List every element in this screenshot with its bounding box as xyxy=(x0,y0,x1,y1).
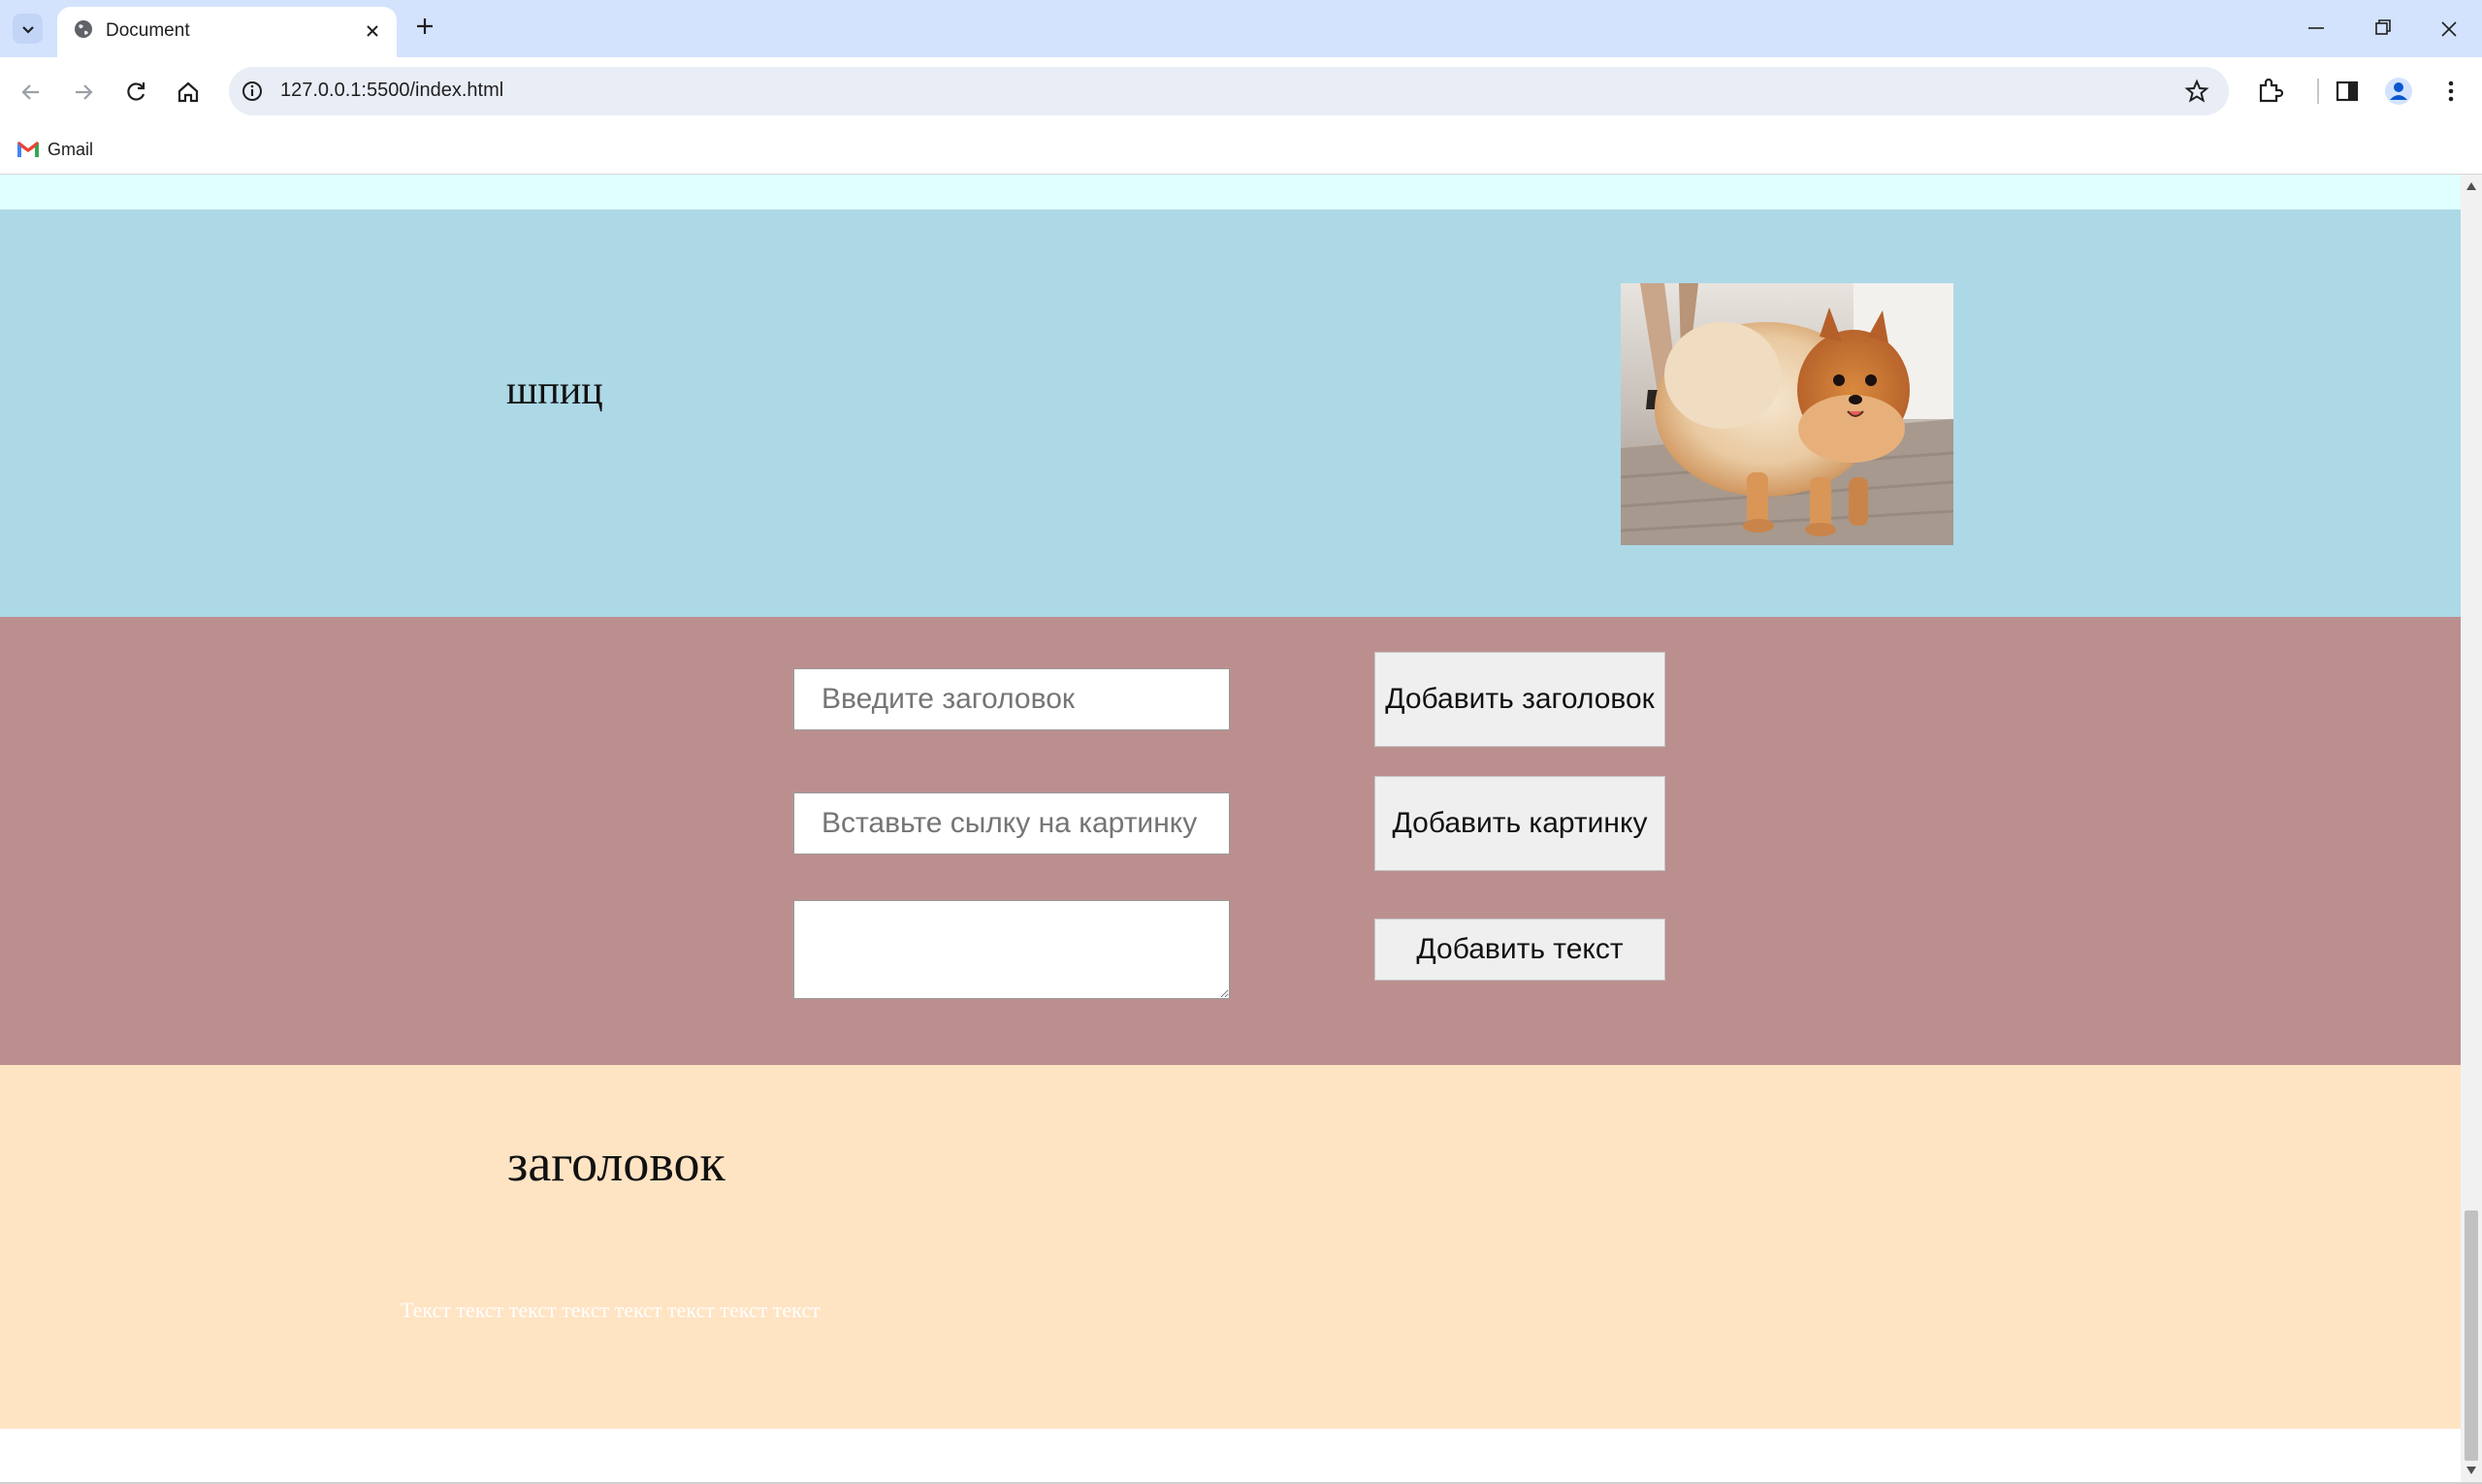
menu-dots-icon[interactable] xyxy=(2439,77,2463,106)
bookmark-gmail[interactable]: Gmail xyxy=(16,135,93,164)
site-info-icon[interactable] xyxy=(241,80,264,103)
card-title: шпиц xyxy=(506,369,603,413)
reload-icon[interactable] xyxy=(122,79,149,106)
page-scrollbar[interactable] xyxy=(2461,175,2482,1482)
home-icon[interactable] xyxy=(175,79,202,106)
window-close-icon[interactable] xyxy=(2437,14,2461,43)
bookmark-label: Gmail xyxy=(48,139,94,159)
dog-photo xyxy=(1621,283,1953,545)
active-tab[interactable]: Document xyxy=(57,7,397,57)
add-title-button[interactable]: Добавить заголовок xyxy=(1374,652,1665,747)
forward-arrow-icon[interactable] xyxy=(70,79,97,106)
text-area[interactable] xyxy=(793,900,1230,999)
scroll-thumb[interactable] xyxy=(2465,1210,2478,1461)
address-bar[interactable]: 127.0.0.1:5500/index.html xyxy=(229,67,2229,115)
article-text: Текст текст текст текст текст текст текс… xyxy=(401,1298,821,1322)
globe-icon xyxy=(75,20,92,38)
article-title: заголовок xyxy=(507,1134,725,1192)
profile-avatar-icon[interactable] xyxy=(2384,77,2413,106)
chevron-down-icon xyxy=(21,25,34,34)
browser-toolbar: 127.0.0.1:5500/index.html xyxy=(0,57,2482,127)
article-section: заголовок Текст текст текст текст текст … xyxy=(0,1065,2461,1429)
minimize-icon[interactable] xyxy=(2305,14,2328,43)
back-arrow-icon[interactable] xyxy=(17,79,45,106)
add-image-button[interactable]: Добавить картинку xyxy=(1374,776,1665,871)
bookmark-star-icon[interactable] xyxy=(2184,79,2209,104)
new-tab-plus-icon[interactable] xyxy=(413,15,436,38)
side-panel-icon[interactable] xyxy=(2333,77,2362,106)
close-icon[interactable] xyxy=(362,20,383,42)
gmail-icon xyxy=(17,142,39,157)
bookmarks-bar: Gmail xyxy=(0,127,2482,175)
url-text[interactable]: 127.0.0.1:5500/index.html xyxy=(280,80,503,102)
page-viewport: шпиц Введите заголовок Вставьте сылку на… xyxy=(0,175,2461,1482)
card-section: шпиц xyxy=(0,210,2461,617)
restore-icon[interactable] xyxy=(2371,14,2395,43)
editor-form-section: Добавить заголовок Добавить картинку Доб… xyxy=(0,617,2461,1065)
extensions-puzzle-icon[interactable] xyxy=(2255,77,2284,106)
toolbar-divider xyxy=(2317,79,2319,104)
scroll-down-arrow-icon[interactable] xyxy=(2466,1467,2476,1474)
scroll-up-arrow-icon[interactable] xyxy=(2466,182,2476,190)
tab-title: Document xyxy=(106,20,190,41)
image-url-input[interactable] xyxy=(793,792,1230,855)
tab-strip: Document xyxy=(0,0,2482,57)
add-text-button[interactable]: Добавить текст xyxy=(1374,919,1665,981)
tab-search-button[interactable] xyxy=(13,14,43,44)
top-strip xyxy=(0,175,2461,210)
title-input[interactable] xyxy=(793,668,1230,730)
